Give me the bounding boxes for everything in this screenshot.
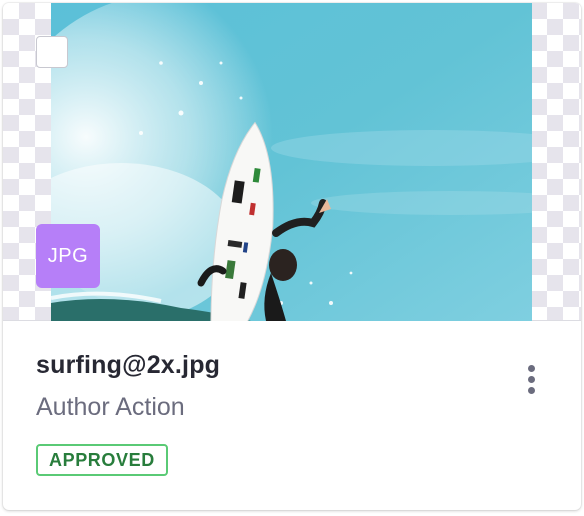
- kebab-dot: [527, 386, 535, 394]
- ellipsis-v-icon[interactable]: [513, 355, 549, 403]
- surfer-photo: [51, 3, 532, 321]
- status-badge: APPROVED: [36, 444, 168, 476]
- file-name-title[interactable]: surfing@2x.jpg: [36, 351, 220, 380]
- card-preview: JPG: [3, 3, 581, 321]
- file-card[interactable]: JPG surfing@2x.jpg Author Action APPROVE…: [3, 3, 581, 510]
- file-subtitle: Author Action: [36, 393, 185, 421]
- kebab-dot: [527, 364, 535, 372]
- kebab-dot: [527, 375, 535, 383]
- card-body: surfing@2x.jpg Author Action APPROVED: [3, 321, 581, 510]
- file-type-badge: JPG: [36, 224, 100, 288]
- select-checkbox[interactable]: [36, 36, 68, 68]
